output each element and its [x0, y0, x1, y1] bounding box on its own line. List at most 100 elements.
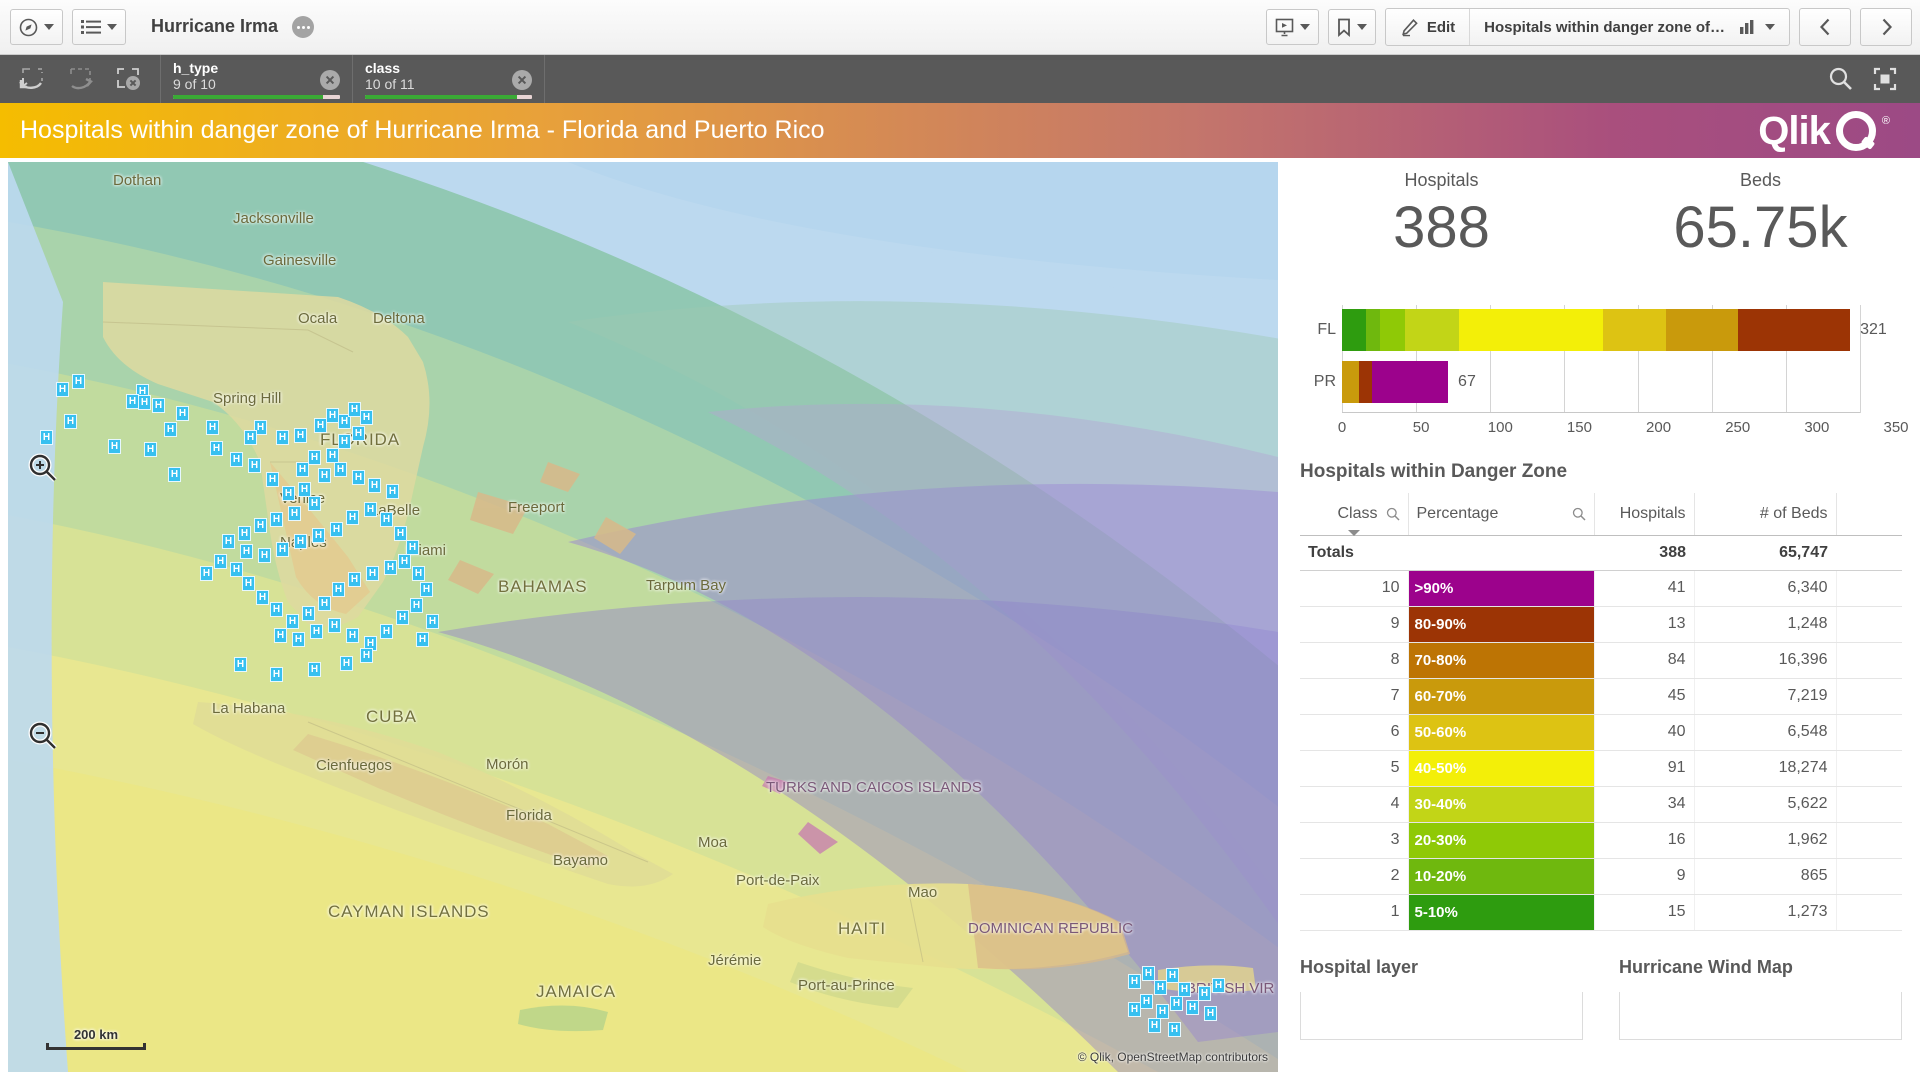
hospital-marker[interactable]: H — [256, 590, 269, 605]
hospital-marker[interactable]: H — [394, 526, 407, 541]
hospital-marker[interactable]: H — [366, 566, 379, 581]
hospital-marker[interactable]: H — [222, 534, 235, 549]
cell-beds[interactable]: 7,219 — [1693, 678, 1836, 715]
bar-segment[interactable] — [1365, 309, 1380, 351]
panel-body[interactable] — [1300, 991, 1583, 1040]
bar-segment[interactable] — [1359, 361, 1373, 403]
table-row[interactable]: 8 70-80% 84 16,396 — [1300, 642, 1902, 679]
hospital-marker[interactable]: H — [230, 562, 243, 577]
hospital-marker[interactable]: H — [352, 426, 365, 441]
cell-beds[interactable]: 6,340 — [1693, 570, 1836, 607]
hospital-marker[interactable]: H — [364, 502, 377, 517]
bar-segment[interactable] — [1342, 361, 1360, 403]
cell-class[interactable]: 6 — [1300, 714, 1409, 751]
hospital-marker[interactable]: H — [108, 439, 121, 454]
sheet-list-button[interactable] — [72, 9, 126, 45]
table-row[interactable]: 4 30-40% 34 5,622 — [1300, 786, 1902, 823]
search-icon[interactable] — [1828, 66, 1854, 92]
edit-sheet-button[interactable]: Edit — [1386, 9, 1471, 45]
bar-chart-bar-fl[interactable] — [1342, 309, 1851, 351]
hospital-marker[interactable]: H — [412, 566, 425, 581]
hospital-marker[interactable]: H — [244, 430, 257, 445]
cell-hospitals[interactable]: 84 — [1593, 642, 1694, 679]
cell-hospitals[interactable]: 41 — [1593, 570, 1694, 607]
cell-beds[interactable]: 5,622 — [1693, 786, 1836, 823]
hospital-marker[interactable]: H — [288, 506, 301, 521]
hospital-marker[interactable]: H — [292, 632, 305, 647]
hospital-marker[interactable]: H — [254, 518, 267, 533]
hospital-marker[interactable]: H — [1212, 978, 1225, 993]
selection-forward-button[interactable] — [58, 55, 102, 103]
cell-class[interactable]: 9 — [1300, 606, 1409, 643]
search-icon[interactable] — [1572, 507, 1586, 521]
bar-segment[interactable] — [1342, 309, 1366, 351]
hospital-marker[interactable]: H — [258, 548, 271, 563]
hospital-marker[interactable]: H — [138, 395, 151, 410]
selection-item-class[interactable]: class 10 of 11 — [353, 55, 545, 103]
cell-class[interactable]: 5 — [1300, 750, 1409, 787]
next-sheet-button[interactable] — [1860, 8, 1912, 46]
hospital-marker[interactable]: H — [1166, 968, 1179, 983]
cell-beds[interactable]: 18,274 — [1693, 750, 1836, 787]
hospital-marker[interactable]: H — [426, 614, 439, 629]
hospital-marker[interactable]: H — [64, 414, 77, 429]
hospital-marker[interactable]: H — [214, 554, 227, 569]
zoom-in-icon[interactable] — [26, 452, 60, 486]
hospital-marker[interactable]: H — [282, 486, 295, 501]
hospital-marker[interactable]: H — [276, 542, 289, 557]
hospital-marker[interactable]: H — [1148, 1018, 1161, 1033]
hospital-marker[interactable]: H — [240, 544, 253, 559]
cell-beds[interactable]: 1,962 — [1693, 822, 1836, 859]
hospital-marker[interactable]: H — [1128, 974, 1141, 989]
table-row[interactable]: 5 40-50% 91 18,274 — [1300, 750, 1902, 787]
hospital-marker[interactable]: H — [368, 478, 381, 493]
hospital-marker[interactable]: H — [312, 528, 325, 543]
hospital-marker[interactable]: H — [380, 512, 393, 527]
bar-segment[interactable] — [1372, 361, 1449, 403]
cell-percentage[interactable]: 5-10% — [1408, 894, 1594, 931]
hospital-marker[interactable]: H — [308, 662, 321, 677]
table-row[interactable]: 7 60-70% 45 7,219 — [1300, 678, 1902, 715]
hospital-marker[interactable]: H — [164, 422, 177, 437]
hospital-marker[interactable]: H — [318, 596, 331, 611]
cell-hospitals[interactable]: 45 — [1593, 678, 1694, 715]
hospital-marker[interactable]: H — [270, 667, 283, 682]
kpi-hospitals[interactable]: Hospitals 388 — [1282, 170, 1601, 297]
hospital-marker[interactable]: H — [200, 566, 213, 581]
hospital-marker[interactable]: H — [308, 496, 321, 511]
hospital-marker[interactable]: H — [276, 430, 289, 445]
cell-class[interactable]: 3 — [1300, 822, 1409, 859]
hospital-marker[interactable]: H — [210, 441, 223, 456]
hurricane-map[interactable]: H H H H H H H H H H H H H H H H H H H H … — [8, 162, 1278, 1072]
cell-percentage[interactable]: 40-50% — [1408, 750, 1594, 787]
bar-chart-bar-pr[interactable] — [1342, 361, 1449, 403]
cell-hospitals[interactable]: 34 — [1593, 786, 1694, 823]
cell-hospitals[interactable]: 91 — [1593, 750, 1694, 787]
table-row[interactable]: 9 80-90% 13 1,248 — [1300, 606, 1902, 643]
cell-class[interactable]: 7 — [1300, 678, 1409, 715]
hospital-marker[interactable]: H — [40, 430, 53, 445]
cell-class[interactable]: 10 — [1300, 570, 1409, 607]
cell-percentage[interactable]: 60-70% — [1408, 678, 1594, 715]
hospital-layer-panel[interactable]: Hospital layer — [1282, 957, 1601, 1040]
cell-class[interactable]: 8 — [1300, 642, 1409, 679]
cell-hospitals[interactable]: 16 — [1593, 822, 1694, 859]
column-header-hospitals[interactable]: Hospitals — [1593, 493, 1694, 536]
hospital-marker[interactable]: H — [326, 448, 339, 463]
clear-selection-icon[interactable] — [320, 70, 340, 90]
bar-segment[interactable] — [1459, 309, 1604, 351]
hospital-marker[interactable]: H — [1168, 1022, 1181, 1037]
bookmark-button[interactable] — [1327, 9, 1376, 45]
hospital-marker[interactable]: H — [360, 410, 373, 425]
selections-tool-icon[interactable] — [1872, 66, 1898, 92]
hospital-marker[interactable]: H — [332, 582, 345, 597]
hospital-marker[interactable]: H — [270, 512, 283, 527]
column-header-beds[interactable]: # of Beds — [1693, 493, 1836, 536]
hospital-marker[interactable]: H — [398, 554, 411, 569]
hospital-marker[interactable]: H — [248, 458, 261, 473]
bar-segment[interactable] — [1666, 309, 1738, 351]
hospital-marker[interactable]: H — [1186, 1000, 1199, 1015]
app-navigation-button[interactable] — [10, 9, 63, 45]
hospital-marker[interactable]: H — [270, 602, 283, 617]
hospital-marker[interactable]: H — [346, 510, 359, 525]
